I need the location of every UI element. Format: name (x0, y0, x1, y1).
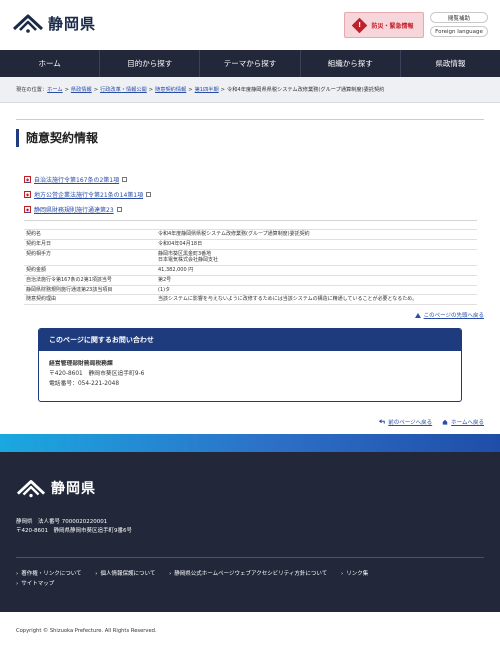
footer-corp-number: 静岡県 法人番号 7000020220001 (16, 519, 108, 525)
footer-postal-address: 〒420-8601 静岡県静岡市葵区追手町9番6号 (16, 528, 132, 535)
contact-address: 〒420-8601 静岡市葵区追手町9-6 (49, 371, 145, 378)
law-link-item[interactable]: ◆ 静岡県財務規則施行通達第23 (24, 202, 151, 217)
footer-link-copyright[interactable]: 著作権・リンクについて (16, 570, 81, 580)
row-label: 静岡県財務規則施行通達第23該当項目 (24, 285, 156, 296)
row-label: 随意契約理由 (24, 294, 156, 305)
page-nav-links: 前のページへ戻る ホームへ戻る (369, 418, 484, 426)
external-link-icon (122, 177, 128, 182)
nav-by-organization[interactable]: 組織から探す (301, 50, 401, 77)
footer-address: 静岡県 法人番号 7000020220001 〒420-8601 静岡県静岡市葵… (16, 518, 132, 537)
back-to-top-label: このページの先頭へ戻る (423, 313, 484, 319)
document-icon: ◆ (24, 191, 31, 198)
breadcrumb-link-first-quarter[interactable]: 第1四半期 (195, 86, 219, 93)
footer-links: 著作権・リンクについて 個人情報保護について 静岡県公式ホームページウェブアクセ… (16, 570, 484, 589)
triangle-up-icon (414, 312, 421, 318)
table-row: 契約名 令和4年度静岡県県税システム改修業務(グループ通算制度)委託契約 (24, 229, 477, 240)
home-icon (442, 419, 448, 425)
footer-link-sitemap[interactable]: サイトマップ (16, 580, 54, 590)
table-divider (24, 220, 477, 221)
nav-by-purpose[interactable]: 目的から探す (100, 50, 201, 77)
breadcrumb-link-prefectural-info[interactable]: 県政情報 (71, 86, 92, 93)
row-value: (1)タ (156, 285, 477, 296)
row-value: 令和04年04月18日 (156, 239, 477, 250)
footer-divider (16, 557, 484, 558)
law-link-item[interactable]: ◆ 地方公営企業法施行令第21条の14第1項 (24, 187, 152, 202)
external-link-icon (116, 207, 122, 212)
contract-details-table: 契約名 令和4年度静岡県県税システム改修業務(グループ通算制度)委託契約 契約年… (24, 229, 477, 305)
copyright-text: Copyright © Shizuoka Prefecture. All Rig… (16, 628, 157, 634)
law-link-item[interactable]: ◆ 自治法施行令第167条の2第1項 (24, 172, 151, 187)
nav-home[interactable]: ホーム (0, 50, 101, 77)
contact-box: このページに関するお問い合わせ 経営管理部財務局税務課 〒420-8601 静岡… (38, 328, 462, 402)
row-value: 令和4年度静岡県県税システム改修業務(グループ通算制度)委託契約 (156, 229, 477, 240)
foreign-language-button[interactable]: Foreign language (430, 26, 488, 37)
breadcrumb-current: 令和4年度静岡県県税システム改修業務(グループ通算制度)委託契約 (227, 87, 385, 93)
external-link-icon (146, 192, 152, 197)
contact-phone: 電話番号：054-221-2048 (49, 381, 120, 388)
disaster-info-button[interactable]: ! 防災・緊急情報 (344, 12, 424, 38)
site-footer: 静岡県 静岡県 法人番号 7000020220001 〒420-8601 静岡県… (0, 452, 500, 612)
site-header: 静岡県 ! 防災・緊急情報 閲覧補助 Foreign language (0, 0, 500, 50)
law-link-label: 地方公営企業法施行令第21条の14第1項 (34, 192, 144, 199)
page-title: 随意契約情報 (16, 129, 98, 147)
table-row: 契約相手方 静岡市葵区黒金町3番地 日本電気株式会社静岡支社 (24, 249, 477, 266)
footer-logo-text: 静岡県 (51, 481, 96, 497)
footer-wave-band (0, 434, 500, 452)
footer-link-links[interactable]: リンク集 (341, 570, 368, 580)
back-to-top-link[interactable]: このページの先頭へ戻る (414, 311, 484, 319)
row-value: 当該システムに影響を与えないように改修するためには当該システムの構造に精通してい… (156, 294, 477, 305)
table-row: 契約年月日 令和04年04月18日 (24, 239, 477, 250)
global-nav: ホーム 目的から探す テーマから探す 組織から探す 県政情報 (0, 50, 500, 77)
breadcrumb-link-contract-info[interactable]: 随意契約情報 (155, 86, 186, 93)
row-label: 自治法施行令第167条の2第1項該当号 (24, 275, 156, 286)
disaster-info-label: 防災・緊急情報 (371, 22, 414, 30)
table-row: 随意契約理由 当該システムに影響を与えないように改修するためには当該システムの構… (24, 294, 477, 305)
law-link-list: ◆ 自治法施行令第167条の2第1項 ◆ 地方公営企業法施行令第21条の14第1… (24, 172, 152, 217)
table-row: 静岡県財務規則施行通達第23該当項目 (1)タ (24, 285, 477, 296)
shizuoka-emblem-icon (12, 14, 44, 33)
home-link-label: ホームへ戻る (451, 420, 484, 426)
breadcrumb-prefix: 現在の位置： (16, 87, 48, 93)
breadcrumb-link-home[interactable]: ホーム (47, 86, 62, 93)
site-logo-text: 静岡県 (48, 14, 97, 33)
row-value: 41,382,000 円 (156, 265, 477, 276)
row-label: 契約年月日 (24, 239, 156, 250)
contact-heading: このページに関するお問い合わせ (39, 329, 461, 351)
warning-icon: ! (352, 17, 368, 33)
row-value: 静岡市葵区黒金町3番地 日本電気株式会社静岡支社 (156, 249, 477, 266)
prev-page-label: 前のページへ戻る (388, 420, 433, 426)
title-divider (16, 119, 484, 120)
row-value: 第2号 (156, 275, 477, 286)
breadcrumb-link-admin-reform[interactable]: 行政改革・情報公開 (100, 86, 147, 93)
document-icon: ◆ (24, 176, 31, 183)
nav-prefectural-info[interactable]: 県政情報 (401, 50, 500, 77)
breadcrumb: 現在の位置： ホーム > 県政情報 > 行政改革・情報公開 > 随意契約情報 > 第1四… (0, 77, 500, 103)
law-link-label: 自治法施行令第167条の2第1項 (34, 177, 120, 184)
prev-page-link[interactable]: 前のページへ戻る (379, 418, 432, 426)
footer-logo[interactable]: 静岡県 (16, 477, 96, 499)
return-arrow-icon (379, 419, 386, 424)
row-label: 契約相手方 (24, 249, 156, 266)
document-icon: ◆ (24, 206, 31, 213)
table-row: 契約金額 41,382,000 円 (24, 265, 477, 276)
row-label: 契約金額 (24, 265, 156, 276)
shizuoka-emblem-icon (16, 480, 46, 498)
table-row: 自治法施行令第167条の2第1項該当号 第2号 (24, 275, 477, 286)
accessibility-button[interactable]: 閲覧補助 (430, 12, 488, 23)
contact-body: 経営管理部財務局税務課 〒420-8601 静岡市葵区追手町9-6 電話番号：0… (39, 351, 461, 397)
row-label: 契約名 (24, 229, 156, 240)
law-link-label: 静岡県財務規則施行通達第23 (34, 207, 114, 214)
contact-department: 経営管理部財務局税務課 (49, 361, 113, 367)
home-link[interactable]: ホームへ戻る (442, 418, 484, 426)
footer-link-accessibility[interactable]: 静岡県公式ホームページウェブアクセシビリティ方針について (169, 570, 327, 580)
site-logo[interactable]: 静岡県 (12, 12, 96, 34)
nav-by-theme[interactable]: テーマから探す (200, 50, 301, 77)
footer-link-privacy[interactable]: 個人情報保護について (95, 570, 156, 580)
